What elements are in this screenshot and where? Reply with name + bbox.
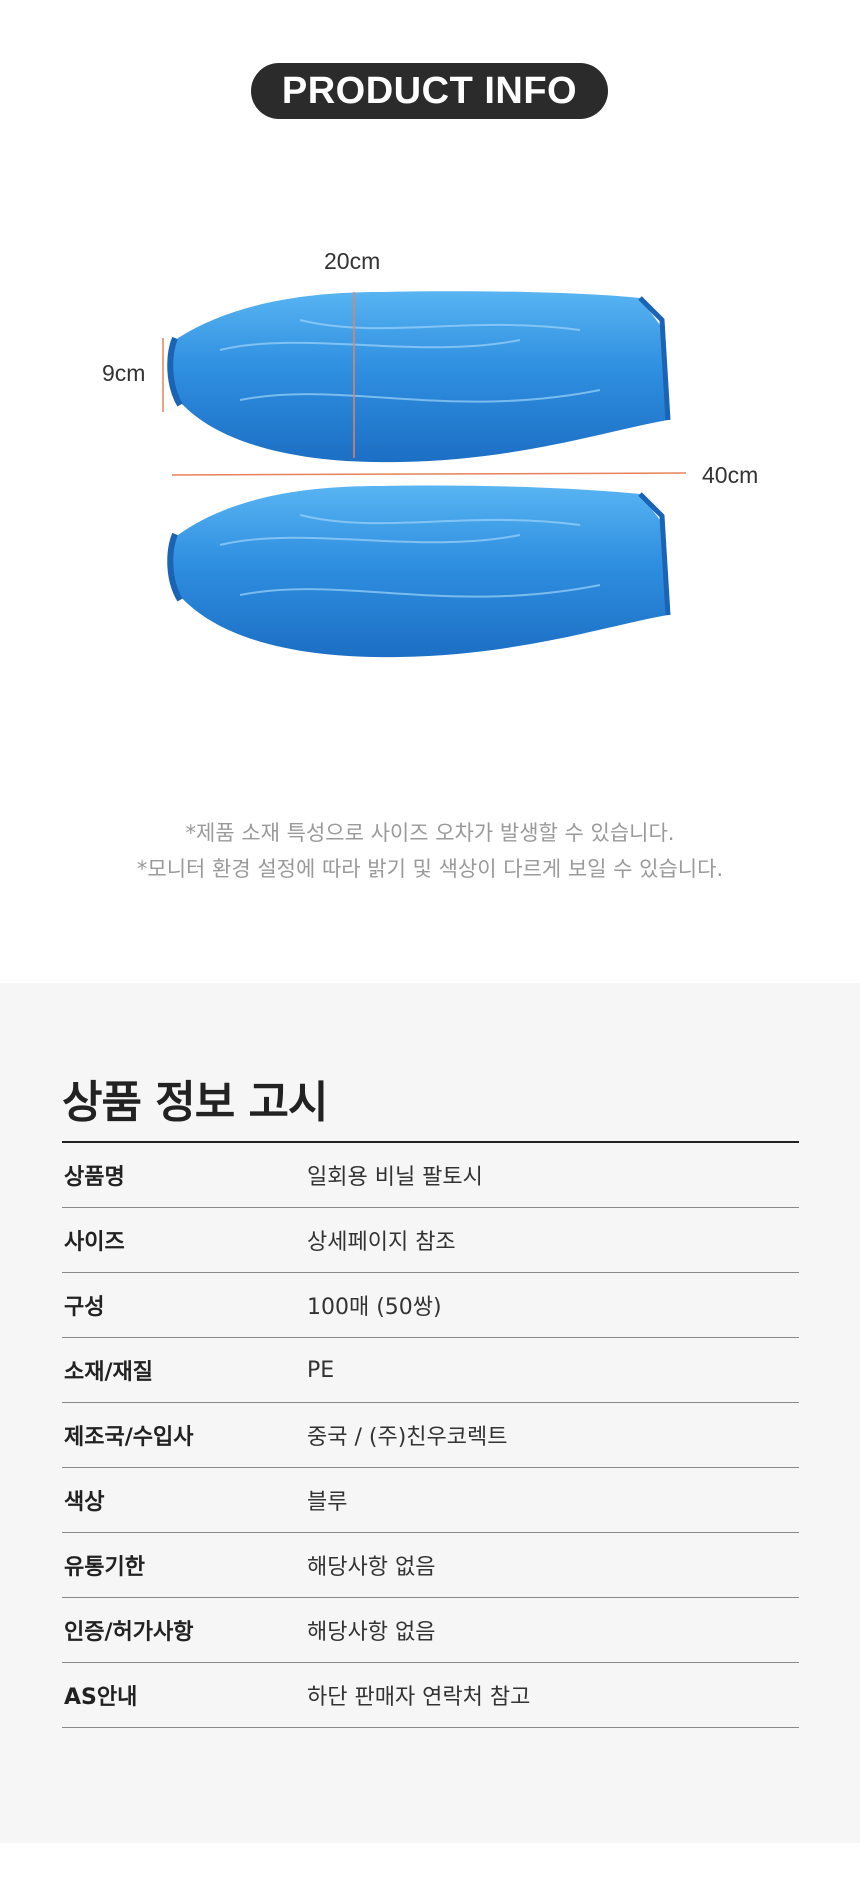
table-row: 제조국/수입사 중국 / (주)친우코렉트 [62, 1402, 799, 1468]
notice-title: 상품 정보 고시 [62, 1077, 329, 1128]
table-row: 사이즈 상세페이지 참조 [62, 1207, 799, 1273]
row-value: 블루 [307, 1467, 799, 1533]
row-value: 100매 (50쌍) [307, 1272, 799, 1338]
row-value: PE [307, 1337, 799, 1403]
dimension-length-label: 40cm [702, 462, 759, 488]
table-row: 인증/허가사항 해당사항 없음 [62, 1597, 799, 1663]
row-value: 일회용 비닐 팔토시 [307, 1142, 799, 1208]
table-row: 유통기한 해당사항 없음 [62, 1532, 799, 1598]
disclaimer-notes: *제품 소재 특성으로 사이즈 오차가 발생할 수 있습니다. *모니터 환경 … [0, 815, 860, 887]
product-info-section: PRODUCT INFO 20cm 9cm 40cm *제품 소재 특성으로 사… [0, 0, 860, 983]
row-label: 인증/허가사항 [62, 1597, 307, 1663]
product-notice-section: 상품 정보 고시 상품명 일회용 비닐 팔토시 사이즈 상세페이지 참조 구성 100… [0, 983, 860, 1843]
dimension-height-label: 9cm [102, 360, 146, 386]
table-row: 색상 블루 [62, 1467, 799, 1533]
disclaimer-note: *제품 소재 특성으로 사이즈 오차가 발생할 수 있습니다. [185, 821, 675, 845]
row-value: 해당사항 없음 [307, 1597, 799, 1663]
row-label: AS안내 [62, 1662, 307, 1728]
table-row: 구성 100매 (50쌍) [62, 1272, 799, 1338]
table-row: AS안내 하단 판매자 연락처 참고 [62, 1662, 799, 1728]
sleeve-top [167, 291, 671, 463]
row-label: 유통기한 [62, 1532, 307, 1598]
table-row: 상품명 일회용 비닐 팔토시 [62, 1142, 799, 1208]
row-value: 중국 / (주)친우코렉트 [307, 1402, 799, 1468]
product-info-badge: PRODUCT INFO [251, 63, 608, 119]
product-image: 20cm 9cm 40cm [0, 230, 860, 680]
dimension-width-label: 20cm [324, 248, 381, 274]
row-label: 상품명 [62, 1142, 307, 1208]
row-value: 상세페이지 참조 [307, 1207, 799, 1273]
disclaimer-note: *모니터 환경 설정에 따라 밝기 및 색상이 다르게 보일 수 있습니다. [136, 857, 724, 881]
arm-sleeves-illustration [162, 291, 687, 658]
row-value: 하단 판매자 연락처 참고 [307, 1662, 799, 1728]
row-label: 사이즈 [62, 1207, 307, 1273]
row-label: 색상 [62, 1467, 307, 1533]
row-label: 제조국/수입사 [62, 1402, 307, 1468]
sleeve-bottom [167, 485, 671, 658]
row-value: 해당사항 없음 [307, 1532, 799, 1598]
length-measure-line [171, 472, 687, 476]
row-label: 소재/재질 [62, 1337, 307, 1403]
notice-table: 상품명 일회용 비닐 팔토시 사이즈 상세페이지 참조 구성 100매 (50쌍) 소… [62, 1141, 799, 1728]
page-footer-space [0, 1843, 860, 1900]
table-row: 소재/재질 PE [62, 1337, 799, 1403]
row-label: 구성 [62, 1272, 307, 1338]
